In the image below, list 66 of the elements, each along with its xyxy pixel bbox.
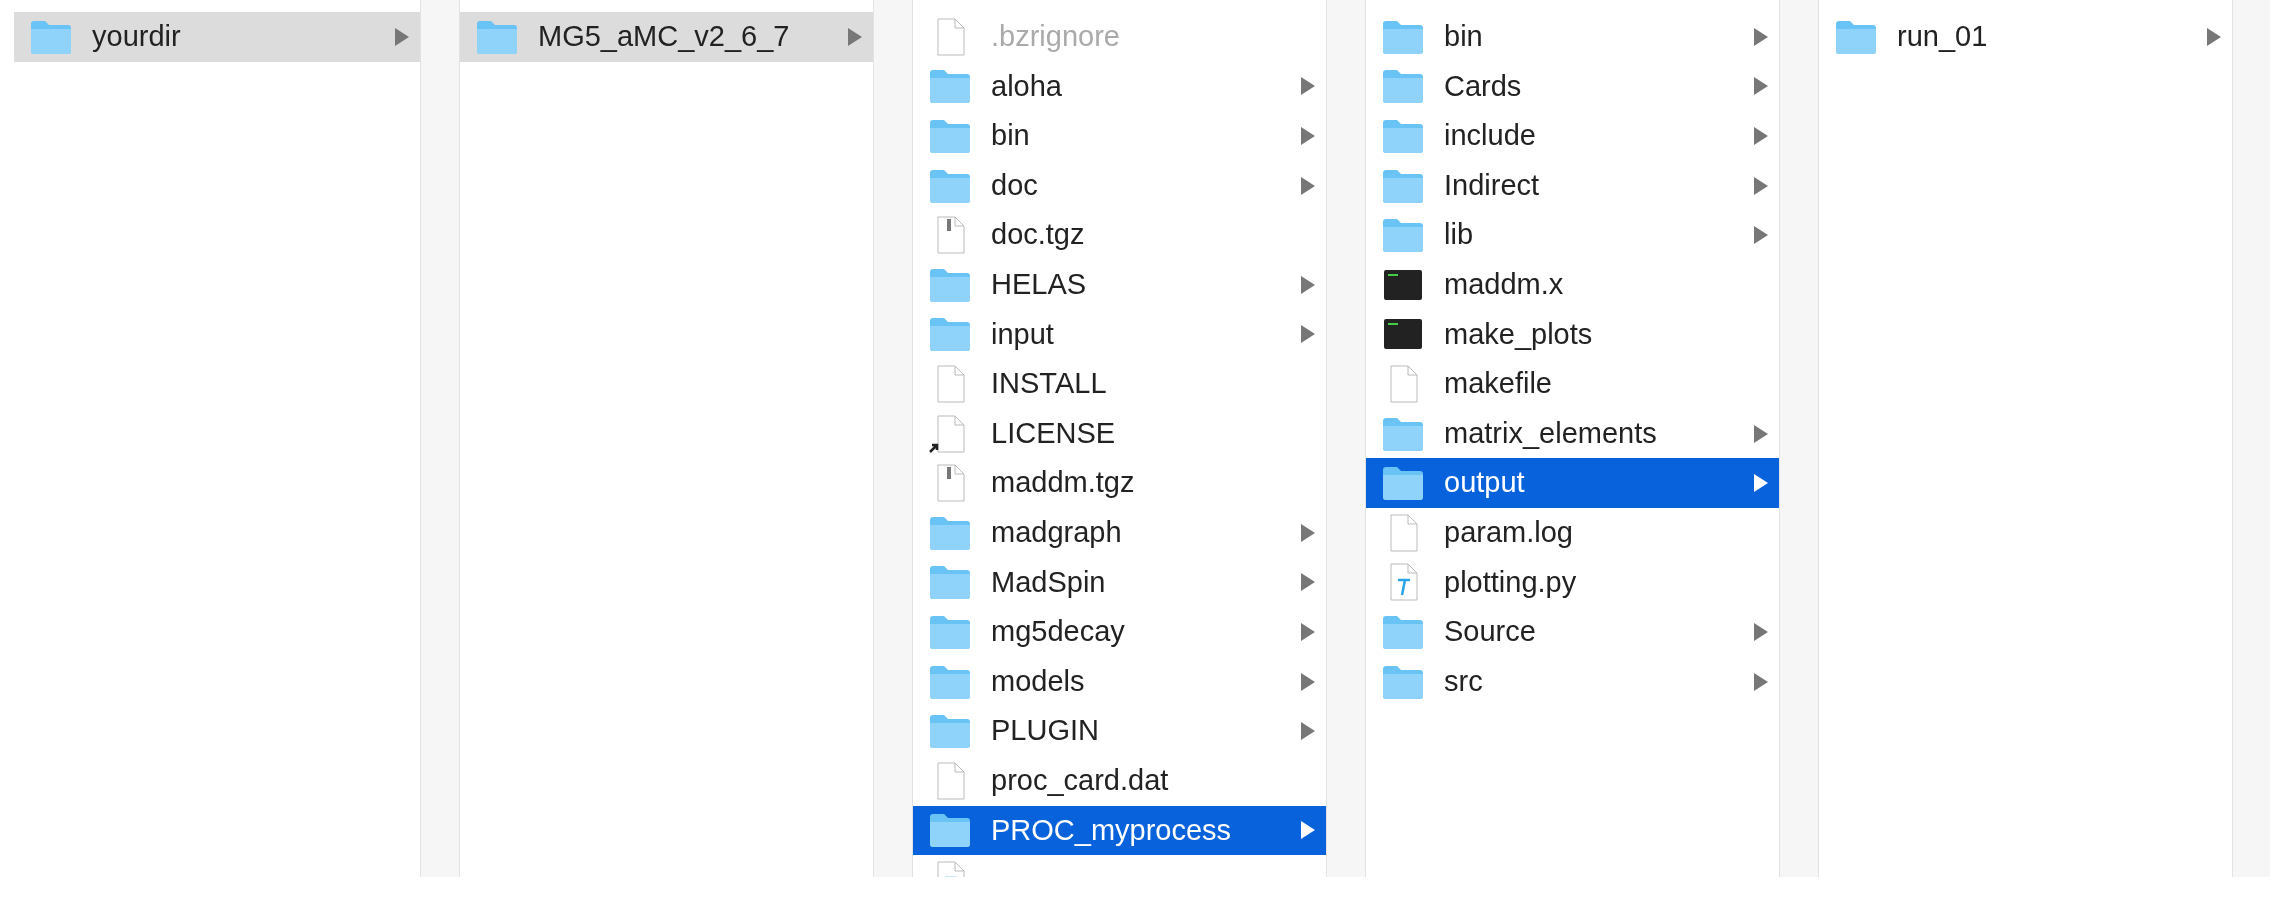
folder-icon	[927, 117, 973, 155]
disclosure-icon	[1753, 175, 1769, 196]
folder-icon	[927, 67, 973, 106]
file-item[interactable]: makefile	[1366, 359, 1779, 409]
disclosure-icon	[1753, 473, 1769, 494]
file-item[interactable]: doc.tgz	[913, 210, 1326, 260]
folder-icon	[927, 811, 973, 850]
file-item[interactable]: lib	[1366, 210, 1779, 260]
file-item[interactable]: PLUGIN	[913, 706, 1326, 756]
file-item[interactable]: PROC_myprocess	[913, 805, 1326, 856]
file-item[interactable]: HELAS	[913, 259, 1326, 310]
file-item[interactable]: doc	[913, 160, 1326, 211]
file-item[interactable]: LICENSE	[913, 408, 1326, 459]
file-item[interactable]: yourdir	[14, 12, 420, 62]
file-item[interactable]: output	[1366, 458, 1779, 508]
disclosure-icon	[847, 26, 863, 47]
folder-icon	[1380, 464, 1426, 503]
file-item[interactable]: input	[913, 309, 1326, 360]
file-item[interactable]: run_01	[1819, 12, 2232, 62]
file-item[interactable]: matrix_elements	[1366, 408, 1779, 459]
disclosure-icon	[1300, 572, 1316, 593]
folder-icon	[927, 315, 973, 354]
disclosure-icon	[1300, 671, 1316, 692]
file-item[interactable]: make_plots	[1366, 309, 1779, 360]
disclosure-icon	[1753, 76, 1769, 97]
file-item[interactable]: Cards	[1366, 61, 1779, 112]
folder-icon	[1380, 216, 1426, 255]
file-item[interactable]: INSTALL	[913, 359, 1326, 409]
file-item[interactable]: maddm.tgz	[913, 458, 1326, 508]
file-item[interactable]: param.log	[1366, 507, 1779, 558]
disclosure-icon	[1753, 26, 1769, 47]
file-item[interactable]: src	[1366, 656, 1779, 707]
file-item[interactable]: include	[1366, 111, 1779, 161]
file-item[interactable]: MG5_aMC_v2_6_7	[460, 12, 873, 62]
disclosure-icon	[2206, 26, 2222, 47]
disclosure-icon	[1753, 225, 1769, 246]
file-item[interactable]: proc_card.dat	[913, 755, 1326, 806]
file-item[interactable]: Indirect	[1366, 160, 1779, 211]
disclosure-icon	[1300, 721, 1316, 742]
folder-icon	[927, 563, 973, 602]
disclosure-icon	[1753, 621, 1769, 642]
file-item[interactable]: plotting.py	[1366, 557, 1779, 608]
disclosure-icon	[1300, 76, 1316, 97]
folder-icon	[927, 712, 973, 751]
disclosure-icon	[1300, 274, 1316, 295]
file-item[interactable]: bin	[913, 111, 1326, 161]
file-item[interactable]: aloha	[913, 61, 1326, 112]
disclosure-icon	[1300, 522, 1316, 543]
disclosure-icon	[1300, 621, 1316, 642]
file-item[interactable]: MadSpin	[913, 557, 1326, 608]
disclosure-icon	[1753, 671, 1769, 692]
disclosure-icon	[394, 26, 410, 47]
file-item[interactable]: mg5decay	[913, 607, 1326, 657]
disclosure-icon	[1300, 175, 1316, 196]
disclosure-icon	[1300, 820, 1316, 841]
disclosure-icon	[1753, 126, 1769, 146]
folder-icon	[1380, 117, 1426, 155]
file-item[interactable]: madgraph	[913, 507, 1326, 558]
folder-icon	[1380, 67, 1426, 106]
file-item[interactable]: models	[913, 656, 1326, 707]
file-item[interactable]: bin	[1366, 12, 1779, 62]
disclosure-icon	[1300, 324, 1316, 345]
file-item[interactable]: Source	[1366, 607, 1779, 657]
disclosure-icon	[1300, 126, 1316, 146]
disclosure-icon	[1753, 423, 1769, 444]
file-item[interactable]: maddm.x	[1366, 259, 1779, 310]
